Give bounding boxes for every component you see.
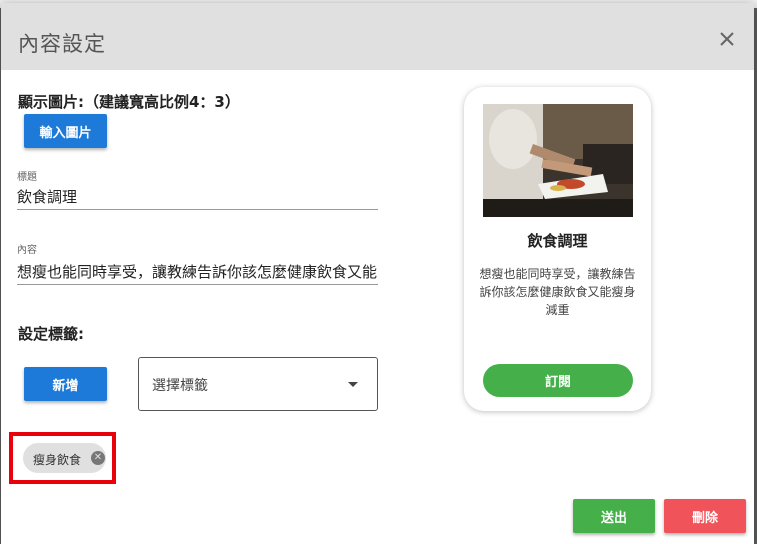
dialog-header: 內容設定: [1, 3, 754, 70]
upload-image-button[interactable]: 輸入圖片: [24, 114, 107, 148]
title-field-underline: [17, 209, 378, 210]
title-field-caption: 標題: [17, 172, 37, 183]
content-field-caption: 內容: [17, 245, 37, 256]
dropdown-caret-icon: [348, 382, 358, 387]
close-icon[interactable]: [716, 28, 738, 50]
tag-select[interactable]: 選擇標籤: [138, 357, 378, 411]
submit-button[interactable]: 送出: [573, 499, 655, 533]
content-field-underline: [17, 284, 378, 285]
image-section-label: 顯示圖片:（建議寬高比例4：3）: [18, 93, 240, 111]
delete-button[interactable]: 刪除: [664, 499, 746, 533]
preview-image: [483, 104, 633, 217]
add-tag-button[interactable]: 新增: [24, 367, 107, 401]
preview-card-description: 想瘦也能同時享受，讓教練告訴你該怎麼健康飲食又能瘦身減重: [479, 267, 636, 317]
subscribe-button[interactable]: 訂閱: [483, 364, 633, 397]
chip-highlight-box: 瘦身飲食 ✕: [9, 432, 116, 484]
content-settings-dialog: 內容設定 顯示圖片:（建議寬高比例4：3） 輸入圖片 標題 飲食調理 內容 想瘦…: [1, 3, 754, 544]
tag-select-placeholder: 選擇標籤: [152, 378, 208, 394]
tag-chip: 瘦身飲食 ✕: [23, 443, 106, 473]
dialog-title: 內容設定: [18, 32, 106, 56]
preview-card: 飲食調理 想瘦也能同時享受，讓教練告訴你該怎麼健康飲食又能瘦身減重 訂閱: [464, 87, 651, 411]
title-field[interactable]: 飲食調理: [17, 186, 377, 207]
tags-label: 設定標籤:: [18, 325, 84, 343]
cancel-circle-icon[interactable]: ✕: [91, 451, 105, 465]
tag-chip-label: 瘦身飲食: [33, 453, 82, 467]
content-field[interactable]: 想瘦也能同時享受，讓教練告訴你該怎麼健康飲食又能: [17, 261, 379, 282]
preview-card-title: 飲食調理: [527, 232, 588, 250]
